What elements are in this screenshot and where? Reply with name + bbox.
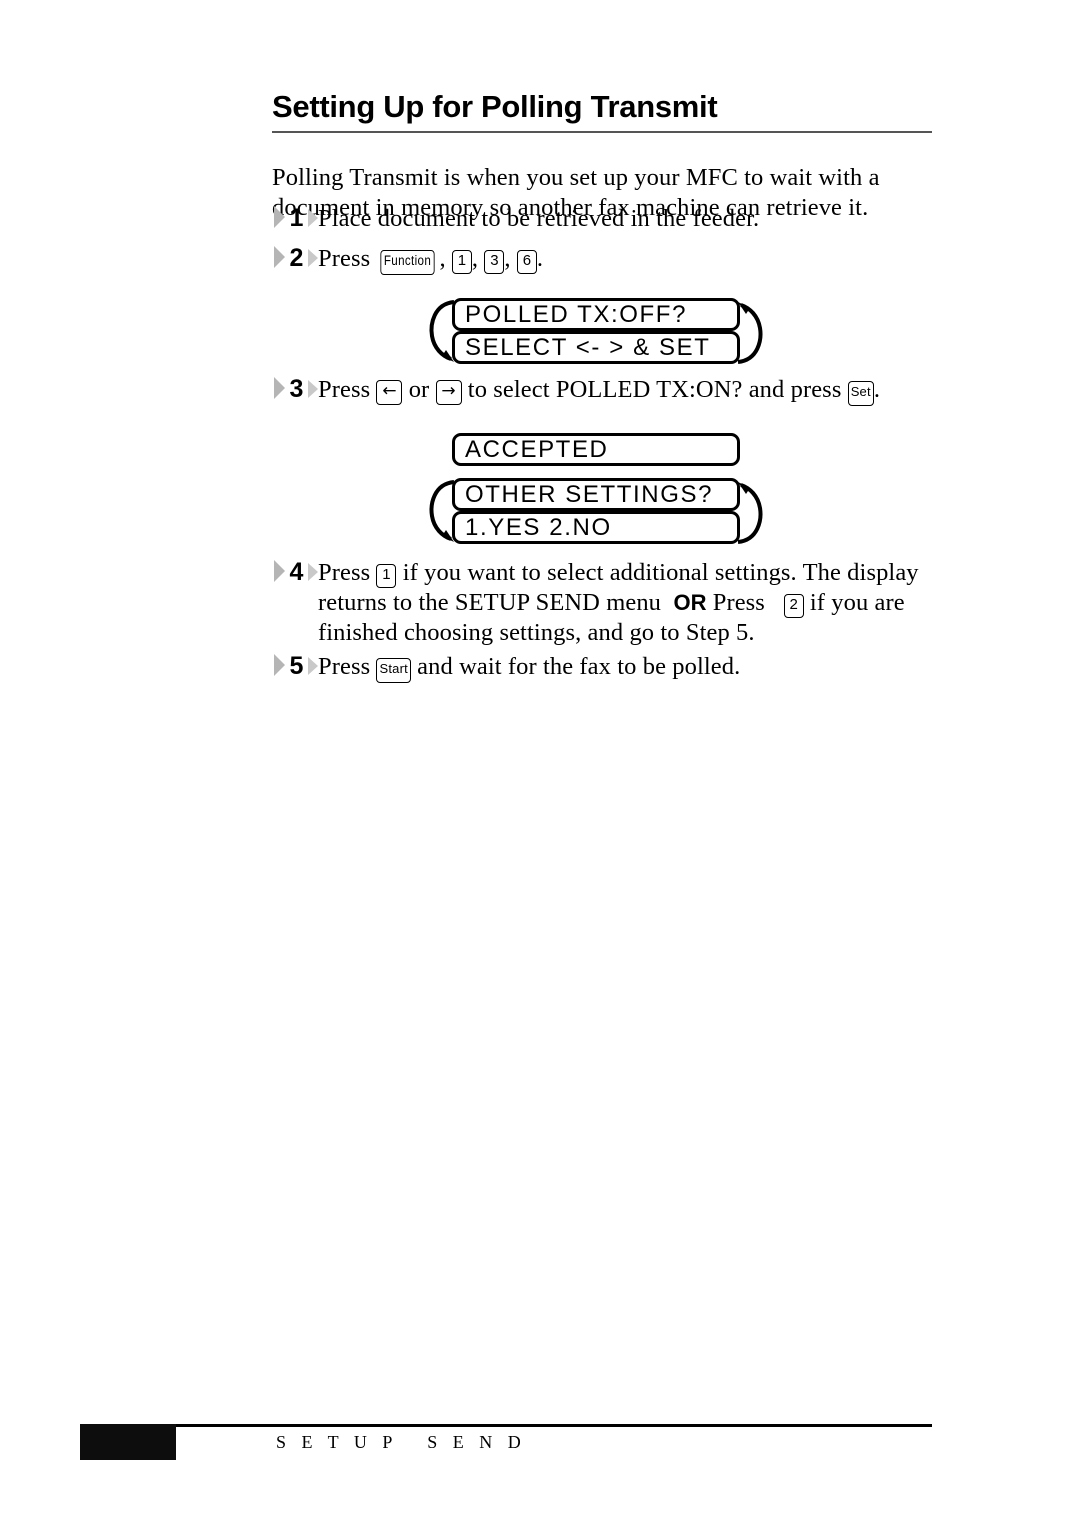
key-1[interactable]: 1 — [376, 564, 397, 588]
step-4-part-3: Press — [712, 589, 765, 616]
step-4-or-label: OR — [673, 590, 707, 615]
step-number-1: 1 — [289, 204, 304, 232]
step-triangle-right-icon — [308, 563, 318, 581]
step-triangle-right-icon — [308, 380, 318, 398]
step-triangle-left-icon — [274, 246, 285, 268]
step-3: 3 Press ← or → to select POLLED TX:ON? a… — [272, 374, 937, 406]
lcd-line-2: SELECT <- > & SET — [452, 331, 740, 364]
step-number-5: 5 — [289, 652, 304, 680]
page-title: Setting Up for Polling Transmit — [272, 89, 718, 124]
step-3-or: or — [408, 376, 430, 403]
lcd-text-polled-tx-off: POLLED TX:OFF? — [465, 300, 688, 328]
step-2-comma-3: , — [504, 245, 511, 272]
step-2-comma-2: , — [471, 245, 479, 272]
key-set[interactable]: Set — [847, 381, 874, 406]
step-2-comma-1: , — [439, 245, 446, 272]
step-marker-4: 4 — [272, 557, 318, 587]
step-triangle-right-icon — [308, 249, 318, 267]
step-4: 4 Press 1 if you want to select addition… — [272, 557, 937, 648]
step-number-2: 2 — [289, 244, 304, 272]
step-3-mid-text: to select POLLED TX:ON? and press — [467, 376, 842, 403]
step-triangle-left-icon — [274, 654, 285, 676]
lcd-line-1: OTHER SETTINGS? — [452, 478, 740, 511]
step-triangle-left-icon — [274, 206, 285, 228]
lcd-text-accepted: ACCEPTED — [465, 435, 609, 463]
step-5: 5 Press Start and wait for the fax to be… — [272, 651, 937, 683]
key-6[interactable]: 6 — [516, 250, 537, 274]
lcd-text-select-set: SELECT <- > & SET — [465, 333, 711, 361]
step-marker-3: 3 — [272, 374, 318, 404]
key-function[interactable]: Function — [380, 250, 436, 275]
step-2-text: Press Function, 1, 3, 6. — [318, 243, 937, 275]
step-number-4: 4 — [289, 558, 304, 586]
key-3[interactable]: 3 — [484, 250, 505, 274]
lcd-polling-prompt: POLLED TX:OFF? SELECT <- > & SET — [429, 298, 763, 364]
lcd-stack: OTHER SETTINGS? 1.YES 2.NO — [429, 478, 763, 544]
step-2-tail: . — [536, 245, 544, 272]
lcd-other-settings: OTHER SETTINGS? 1.YES 2.NO — [429, 478, 763, 544]
step-triangle-left-icon — [274, 560, 285, 582]
step-5-tail: and wait for the fax to be polled. — [417, 653, 741, 680]
step-4-text: Press 1 if you want to select additional… — [318, 557, 937, 648]
title-block: Setting Up for Polling Transmit — [272, 88, 932, 133]
title-divider — [272, 131, 932, 133]
step-2: 2 Press Function, 1, 3, 6. — [272, 243, 937, 275]
key-right-arrow[interactable]: → — [435, 380, 462, 405]
document-page: Setting Up for Polling Transmit Polling … — [0, 0, 1080, 1519]
step-3-text: Press ← or → to select POLLED TX:ON? and… — [318, 374, 937, 406]
step-marker-5: 5 — [272, 651, 318, 681]
footer-black-tab — [80, 1424, 176, 1460]
step-5-lead: Press — [318, 653, 371, 680]
step-2-lead: Press — [318, 245, 371, 272]
lcd-text-other-settings: OTHER SETTINGS? — [465, 480, 714, 508]
key-2[interactable]: 2 — [783, 594, 804, 618]
footer-section-label: S E T U P S E N D — [276, 1432, 527, 1452]
lcd-accepted: ACCEPTED — [452, 433, 740, 466]
lcd-line-accepted: ACCEPTED — [452, 433, 740, 466]
step-triangle-left-icon — [274, 377, 285, 399]
step-1: 1 Place document to be retrieved in the … — [272, 203, 937, 234]
step-marker-1: 1 — [272, 203, 318, 233]
step-4-part-1: Press — [318, 559, 371, 586]
page-footer: S E T U P S E N D — [80, 1424, 932, 1460]
lcd-stack: POLLED TX:OFF? SELECT <- > & SET — [429, 298, 763, 364]
key-left-arrow[interactable]: ← — [376, 380, 403, 405]
step-marker-2: 2 — [272, 243, 318, 273]
step-1-text: Place document to be retrieved in the fe… — [318, 205, 760, 232]
step-number-3: 3 — [289, 375, 304, 403]
step-3-lead: Press — [318, 376, 371, 403]
lcd-text-yes-no: 1.YES 2.NO — [465, 513, 612, 541]
step-triangle-right-icon — [308, 209, 318, 227]
key-1[interactable]: 1 — [451, 250, 472, 274]
step-3-tail: . — [873, 376, 881, 403]
step-triangle-right-icon — [308, 657, 318, 675]
footer-divider — [80, 1424, 932, 1427]
lcd-line-1: POLLED TX:OFF? — [452, 298, 740, 331]
key-start[interactable]: Start — [376, 658, 411, 683]
lcd-line-2: 1.YES 2.NO — [452, 511, 740, 544]
step-5-text: Press Start and wait for the fax to be p… — [318, 651, 937, 683]
